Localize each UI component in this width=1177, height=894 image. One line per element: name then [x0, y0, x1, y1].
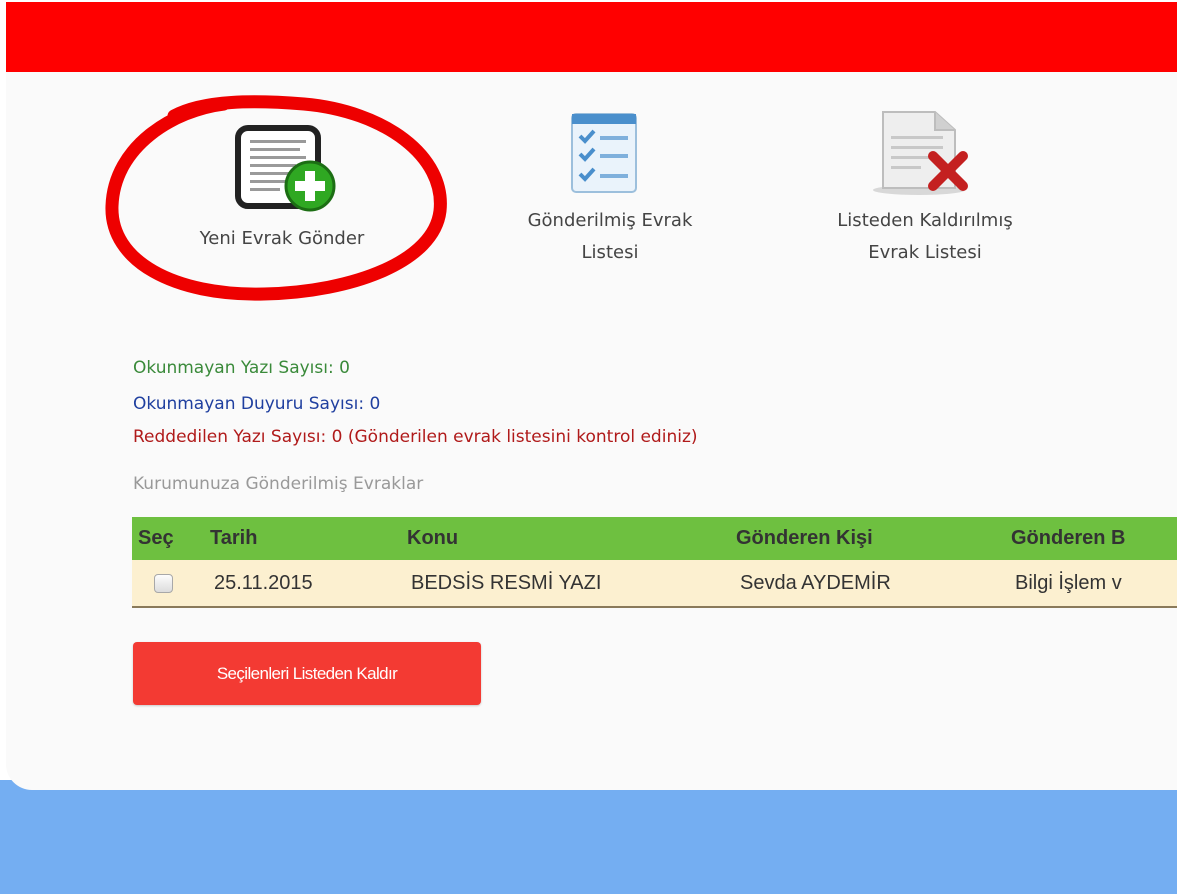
sent-documents-label-line1: Gönderilmiş Evrak	[527, 210, 693, 231]
unread-letters-count: Okunmayan Yazı Sayısı: 0	[133, 358, 350, 378]
row-subject[interactable]: BEDSİS RESMİ YAZI	[401, 560, 730, 608]
column-header-sender: Gönderen Kişi	[730, 517, 1005, 560]
removed-documents-button[interactable]: Listeden Kaldırılmış Evrak Listesi	[775, 88, 1075, 288]
sent-documents-button[interactable]: Gönderilmiş Evrak Listesi	[460, 88, 760, 288]
removed-documents-label-line1: Listeden Kaldırılmış	[837, 210, 1013, 231]
sent-documents-label-line2: Listesi	[581, 242, 639, 263]
column-header-subject: Konu	[401, 517, 730, 560]
row-sender: Sevda AYDEMİR	[730, 560, 1005, 608]
row-checkbox[interactable]	[154, 573, 173, 593]
column-header-select: Seç	[132, 517, 204, 560]
unread-announcements-count: Okunmayan Duyuru Sayısı: 0	[133, 394, 381, 414]
documents-table: Seç Tarih Konu Gönderen Kişi Gönderen B …	[132, 517, 1177, 608]
remove-selected-button[interactable]: Seçilenleri Listeden Kaldır	[133, 642, 481, 705]
checklist-icon	[571, 113, 637, 193]
row-select-cell	[132, 560, 204, 608]
section-title: Kurumunuza Gönderilmiş Evraklar	[133, 474, 424, 494]
new-document-button[interactable]: Yeni Evrak Gönder	[140, 88, 424, 288]
row-sender-unit: Bilgi İşlem v	[1005, 560, 1177, 608]
table-header-row: Seç Tarih Konu Gönderen Kişi Gönderen B	[132, 517, 1177, 560]
column-header-date: Tarih	[204, 517, 401, 560]
removed-documents-label-line2: Evrak Listesi	[868, 242, 982, 263]
column-header-sender-unit: Gönderen B	[1005, 517, 1177, 560]
top-red-bar	[6, 2, 1177, 72]
document-remove-icon	[873, 111, 968, 195]
document-add-icon	[235, 125, 336, 212]
rejected-letters-count: Reddedilen Yazı Sayısı: 0 (Gönderilen ev…	[133, 427, 698, 447]
footer-background	[0, 780, 1177, 894]
row-date: 25.11.2015	[204, 560, 401, 608]
table-row[interactable]: 25.11.2015 BEDSİS RESMİ YAZI Sevda AYDEM…	[132, 560, 1177, 608]
new-document-label: Yeni Evrak Gönder	[199, 228, 365, 249]
